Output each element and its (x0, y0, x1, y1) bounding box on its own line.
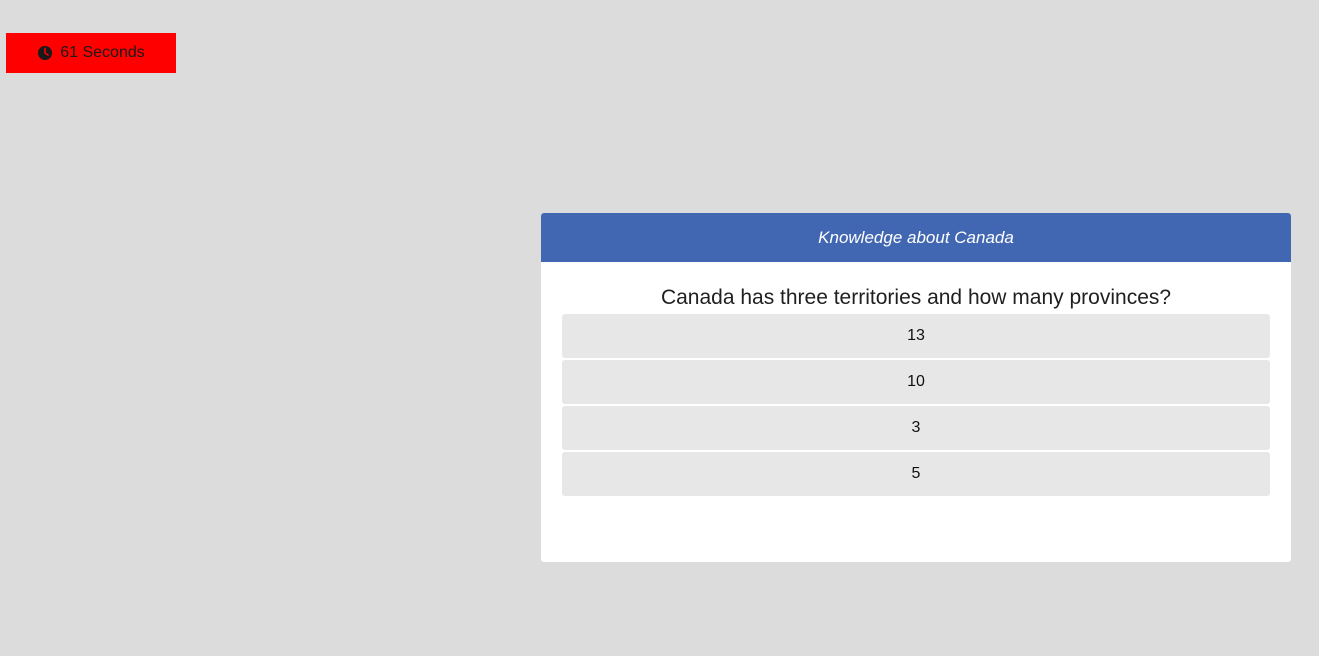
answer-option[interactable]: 3 (562, 406, 1270, 450)
quiz-question: Canada has three territories and how man… (660, 286, 1172, 309)
timer-label: 61 Seconds (60, 44, 145, 61)
answer-list: 13 10 3 5 (562, 314, 1270, 496)
answer-option[interactable]: 10 (562, 360, 1270, 404)
clock-icon (38, 46, 53, 60)
countdown-timer: 61 Seconds (6, 33, 176, 73)
quiz-card: Knowledge about Canada Canada has three … (541, 213, 1291, 562)
answer-option[interactable]: 13 (562, 314, 1270, 358)
quiz-header: Knowledge about Canada (541, 213, 1291, 262)
quiz-title: Knowledge about Canada (818, 227, 1014, 247)
answer-option[interactable]: 5 (562, 452, 1270, 496)
